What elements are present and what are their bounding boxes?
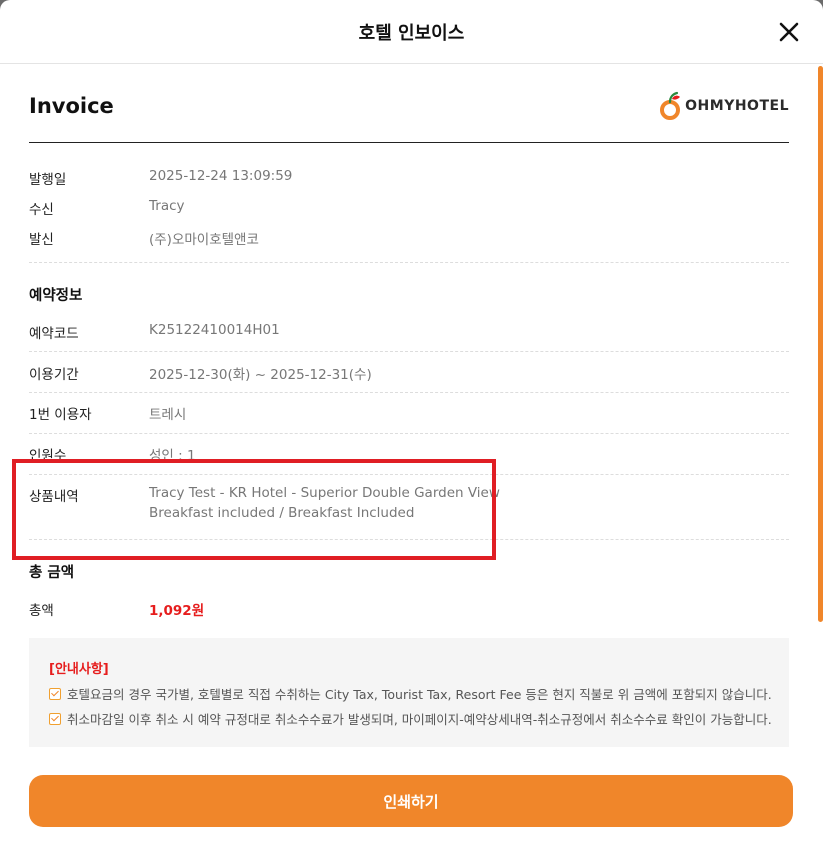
booking-code-label: 예약코드 [29, 326, 79, 342]
issue-date-value: 2025-12-24 13:09:59 [149, 168, 293, 184]
notice-item: 호텔요금의 경우 국가별, 호텔별로 직접 수취하는 City Tax, Tou… [49, 684, 772, 703]
print-button[interactable]: 인쇄하기 [29, 775, 793, 827]
recipient-label: 수신 [29, 202, 54, 218]
scrollbar-thumb[interactable] [818, 66, 823, 622]
invoice-content: Invoice OHMYHOTEL 발행일 2025-12-24 13:09:5… [29, 64, 793, 827]
highlight-box [12, 459, 496, 560]
reservation-section-title: 예약정보 [29, 288, 83, 304]
check-icon [49, 687, 61, 700]
invoice-header: Invoice OHMYHOTEL [29, 64, 789, 143]
notice-text: 취소마감일 이후 취소 시 예약 규정대로 취소수수료가 발생되며, 마이페이지… [67, 712, 772, 727]
ohmyhotel-logo: OHMYHOTEL [659, 91, 789, 121]
guest-value: 트레시 [149, 407, 187, 423]
logo-text: OHMYHOTEL [685, 98, 789, 114]
close-button[interactable] [777, 20, 801, 44]
check-icon [49, 712, 61, 725]
divider [29, 392, 789, 393]
divider [29, 262, 789, 263]
divider [29, 351, 789, 352]
stay-period-value: 2025-12-30(화) ~ 2025-12-31(수) [149, 367, 372, 383]
orange-logo-icon [660, 91, 681, 120]
notice-item: 취소마감일 이후 취소 시 예약 규정대로 취소수수료가 발생되며, 마이페이지… [49, 709, 772, 728]
total-label: 총액 [29, 603, 54, 619]
invoice-modal: 호텔 인보이스 Invoice OHMYHOTEL 발행일 2025-12-24… [0, 0, 823, 852]
sender-label: 발신 [29, 232, 54, 248]
sender-value: (주)오마이호텔앤코 [149, 232, 259, 248]
issue-date-label: 발행일 [29, 172, 67, 188]
modal-title: 호텔 인보이스 [358, 22, 465, 44]
notice-text: 호텔요금의 경우 국가별, 호텔별로 직접 수취하는 City Tax, Tou… [67, 687, 772, 702]
guest-label: 1번 이용자 [29, 407, 92, 423]
stay-period-label: 이용기간 [29, 367, 79, 383]
total-amount: 1,092원 [149, 603, 205, 619]
divider [29, 433, 789, 434]
close-icon [779, 22, 799, 42]
notice-box: [안내사항] 호텔요금의 경우 국가별, 호텔별로 직접 수취하는 City T… [29, 638, 789, 747]
recipient-value: Tracy [149, 198, 185, 214]
booking-code-value: K25122410014H01 [149, 322, 280, 338]
modal-header: 호텔 인보이스 [0, 0, 823, 64]
notice-title: [안내사항] [49, 662, 109, 677]
invoice-heading: Invoice [29, 94, 114, 118]
total-section-title: 총 금액 [29, 565, 75, 581]
